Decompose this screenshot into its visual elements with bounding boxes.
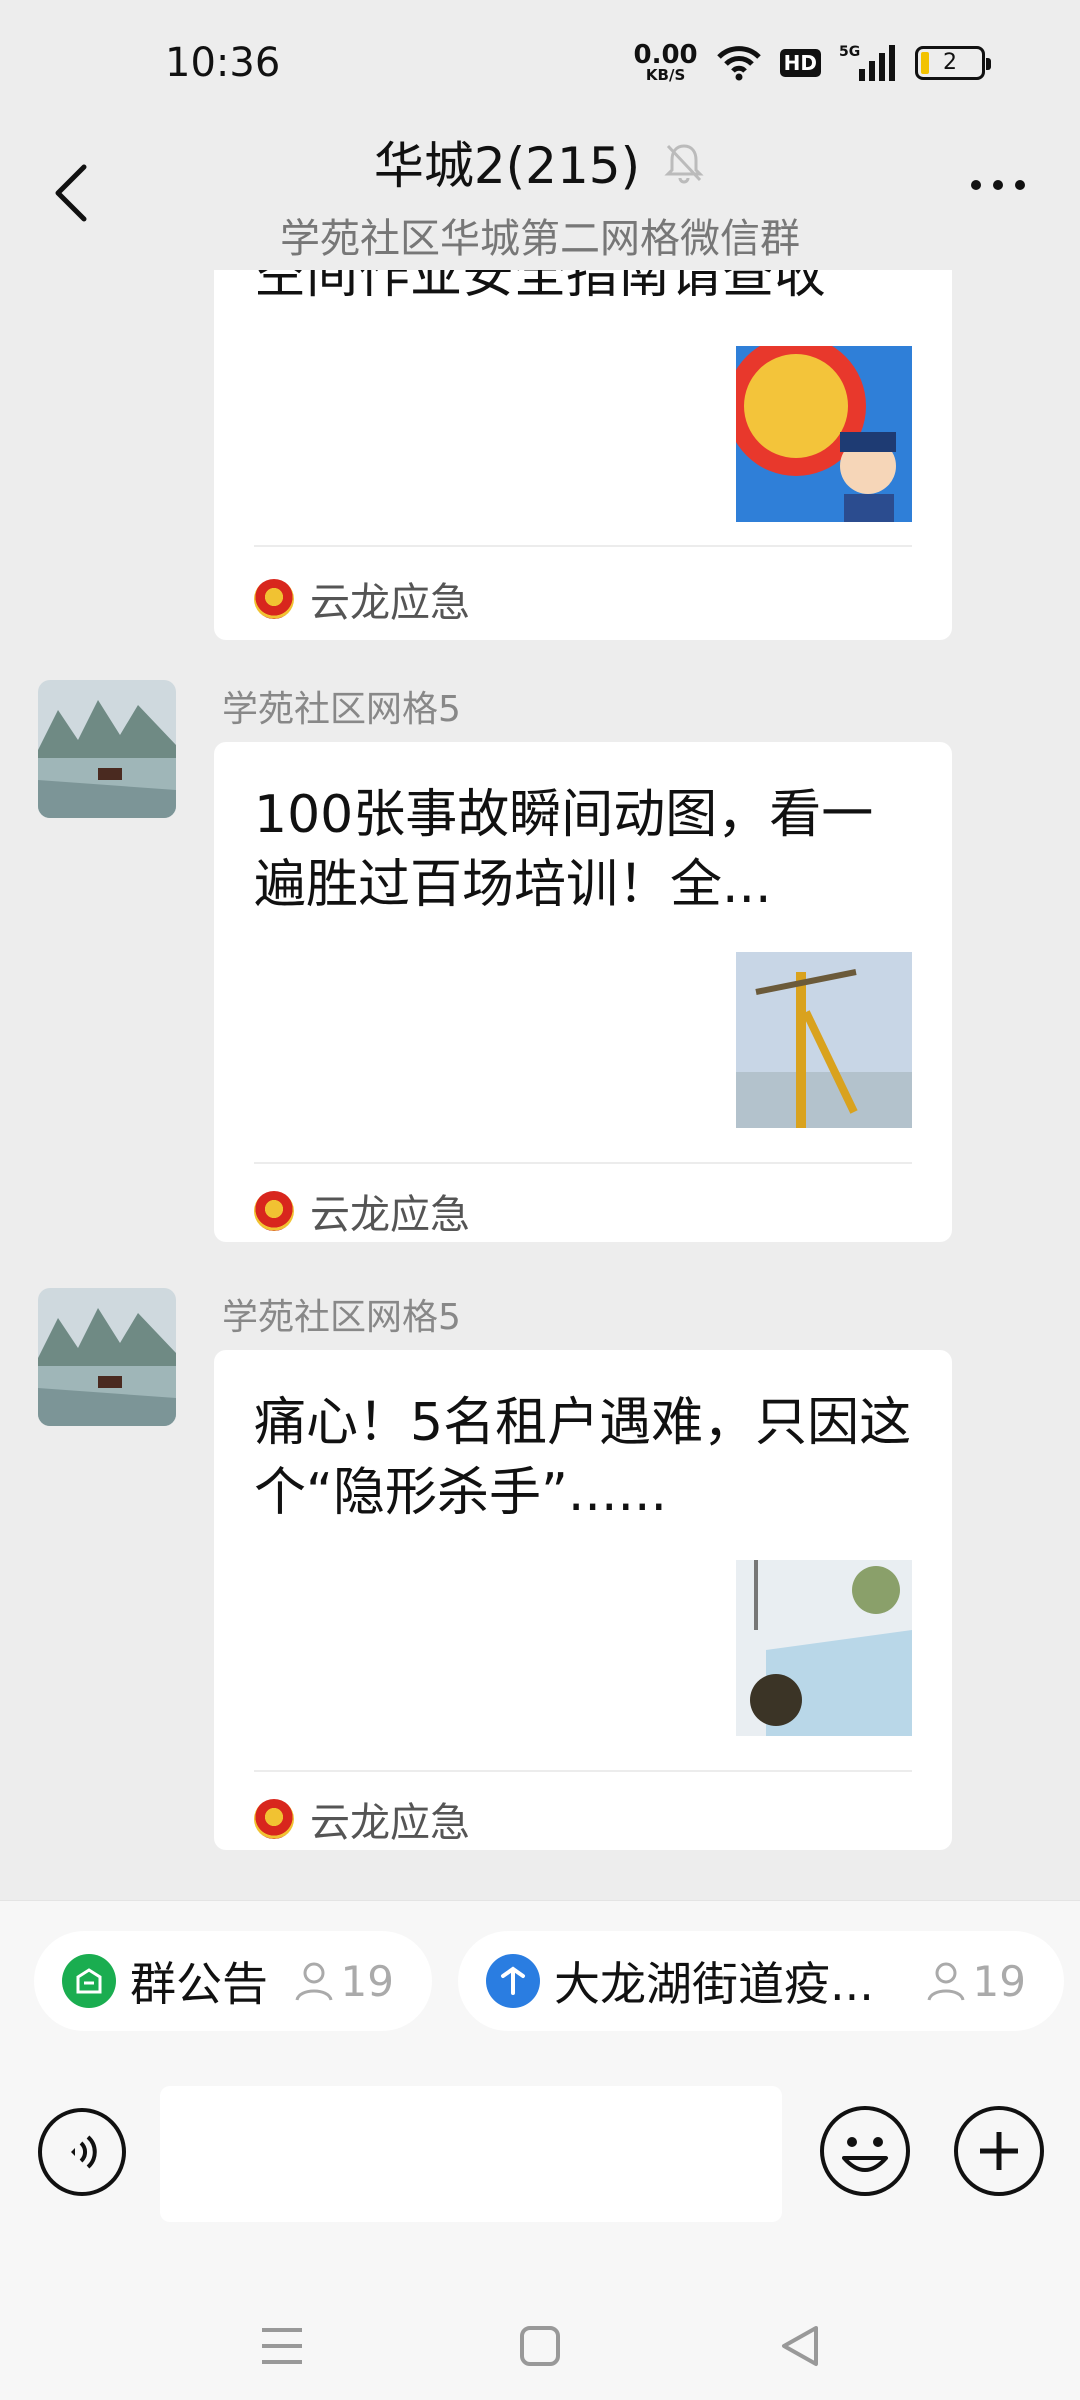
group-announcement-chip[interactable]: 群公告 19 xyxy=(34,1931,432,2031)
signal-icon: 5G xyxy=(839,43,897,83)
smiley-icon xyxy=(842,2137,888,2172)
avatar[interactable] xyxy=(38,1288,176,1426)
emoji-button[interactable] xyxy=(820,2106,910,2196)
status-icons: 0.00 KB/S HD 5G 2 xyxy=(634,42,991,83)
message-input-row xyxy=(0,2086,1080,2226)
emblem-icon xyxy=(254,579,294,619)
wifi-icon xyxy=(716,45,762,81)
hd-badge: HD xyxy=(779,48,821,77)
menu-nav-button[interactable] xyxy=(252,2316,312,2376)
back-nav-button[interactable] xyxy=(770,2316,830,2376)
bottom-panel: 群公告 19 大龙湖街道疫... 19 xyxy=(0,1900,1080,2400)
emblem-icon xyxy=(254,1191,294,1231)
chat-header: 华城2(215) 学苑社区华城第二网格微信群 xyxy=(0,120,1080,270)
article-card[interactable]: 100张事故瞬间动图，看一遍胜过百场培训！全... 云龙应急 xyxy=(214,742,952,1242)
tower-crane-thumbnail xyxy=(736,952,912,1128)
article-thumbnail xyxy=(736,952,912,1128)
system-nav-bar xyxy=(0,2296,1080,2376)
more-options-button[interactable] xyxy=(971,180,1025,190)
announcement-icon xyxy=(62,1954,116,2008)
home-nav-button[interactable] xyxy=(510,2316,570,2376)
battery-icon: 2 xyxy=(915,45,991,80)
status-bar: 10:36 0.00 KB/S HD 5G 2 xyxy=(0,0,1080,130)
emblem-icon xyxy=(254,1799,294,1839)
network-speed: 0.00 KB/S xyxy=(634,42,698,83)
article-title: 痛心！5名租户遇难，只因这个“隐形杀手”...... xyxy=(254,1393,912,1523)
voice-input-button[interactable] xyxy=(38,2108,126,2196)
chat-title: 华城2(215) xyxy=(373,137,641,195)
network-type: 5G xyxy=(839,44,860,60)
cartoon-police-thumbnail xyxy=(736,346,912,522)
article-source: 云龙应急 xyxy=(254,570,470,628)
speed-unit: KB/S xyxy=(645,66,686,84)
battery-level: 2 xyxy=(943,50,957,75)
bathroom-illustration-thumbnail xyxy=(736,1560,912,1736)
home-square-icon xyxy=(520,2326,560,2366)
dot-icon xyxy=(971,180,981,190)
more-functions-button[interactable] xyxy=(954,2106,1044,2196)
article-source: 云龙应急 xyxy=(254,1790,470,1848)
chat-message-list[interactable]: 空间作业安全指南请查收 云龙应急 学苑社区网格5 100张事故瞬间动图，看一遍胜… xyxy=(0,270,1080,1900)
chat-subtitle: 学苑社区华城第二网格微信群 xyxy=(280,216,800,262)
article-card[interactable]: 痛心！5名租户遇难，只因这个“隐形杀手”...... 云龙应急 xyxy=(214,1350,952,1850)
dot-icon xyxy=(993,180,1003,190)
chip-count: 19 xyxy=(293,1957,394,2006)
service-chip[interactable]: 大龙湖街道疫... 19 xyxy=(458,1931,1064,2031)
plus-icon xyxy=(980,2132,1018,2170)
muted-bell-icon xyxy=(664,144,704,184)
status-time: 10:36 xyxy=(165,40,281,86)
person-icon xyxy=(295,1962,333,2001)
app-icon xyxy=(486,1954,540,2008)
article-thumbnail xyxy=(736,1560,912,1736)
menu-icon xyxy=(262,2328,302,2364)
person-icon xyxy=(927,1962,965,2001)
chip-label: 群公告 xyxy=(130,1957,268,2011)
article-source: 云龙应急 xyxy=(254,1182,470,1240)
article-card[interactable]: 空间作业安全指南请查收 云龙应急 xyxy=(214,270,952,640)
speed-value: 0.00 xyxy=(633,40,698,70)
chip-label: 大龙湖街道疫... xyxy=(554,1957,874,2011)
sender-name: 学苑社区网格5 xyxy=(222,689,461,730)
article-title: 100张事故瞬间动图，看一遍胜过百场培训！全... xyxy=(254,785,874,915)
article-thumbnail xyxy=(736,346,912,522)
dot-icon xyxy=(1015,180,1025,190)
message-input[interactable] xyxy=(160,2086,782,2222)
voice-icon xyxy=(71,2135,97,2169)
back-triangle-icon xyxy=(782,2326,818,2366)
avatar[interactable] xyxy=(38,680,176,818)
article-title: 空间作业安全指南请查收 xyxy=(254,270,827,305)
sender-name: 学苑社区网格5 xyxy=(222,1297,461,1338)
chip-count: 19 xyxy=(925,1957,1026,2006)
